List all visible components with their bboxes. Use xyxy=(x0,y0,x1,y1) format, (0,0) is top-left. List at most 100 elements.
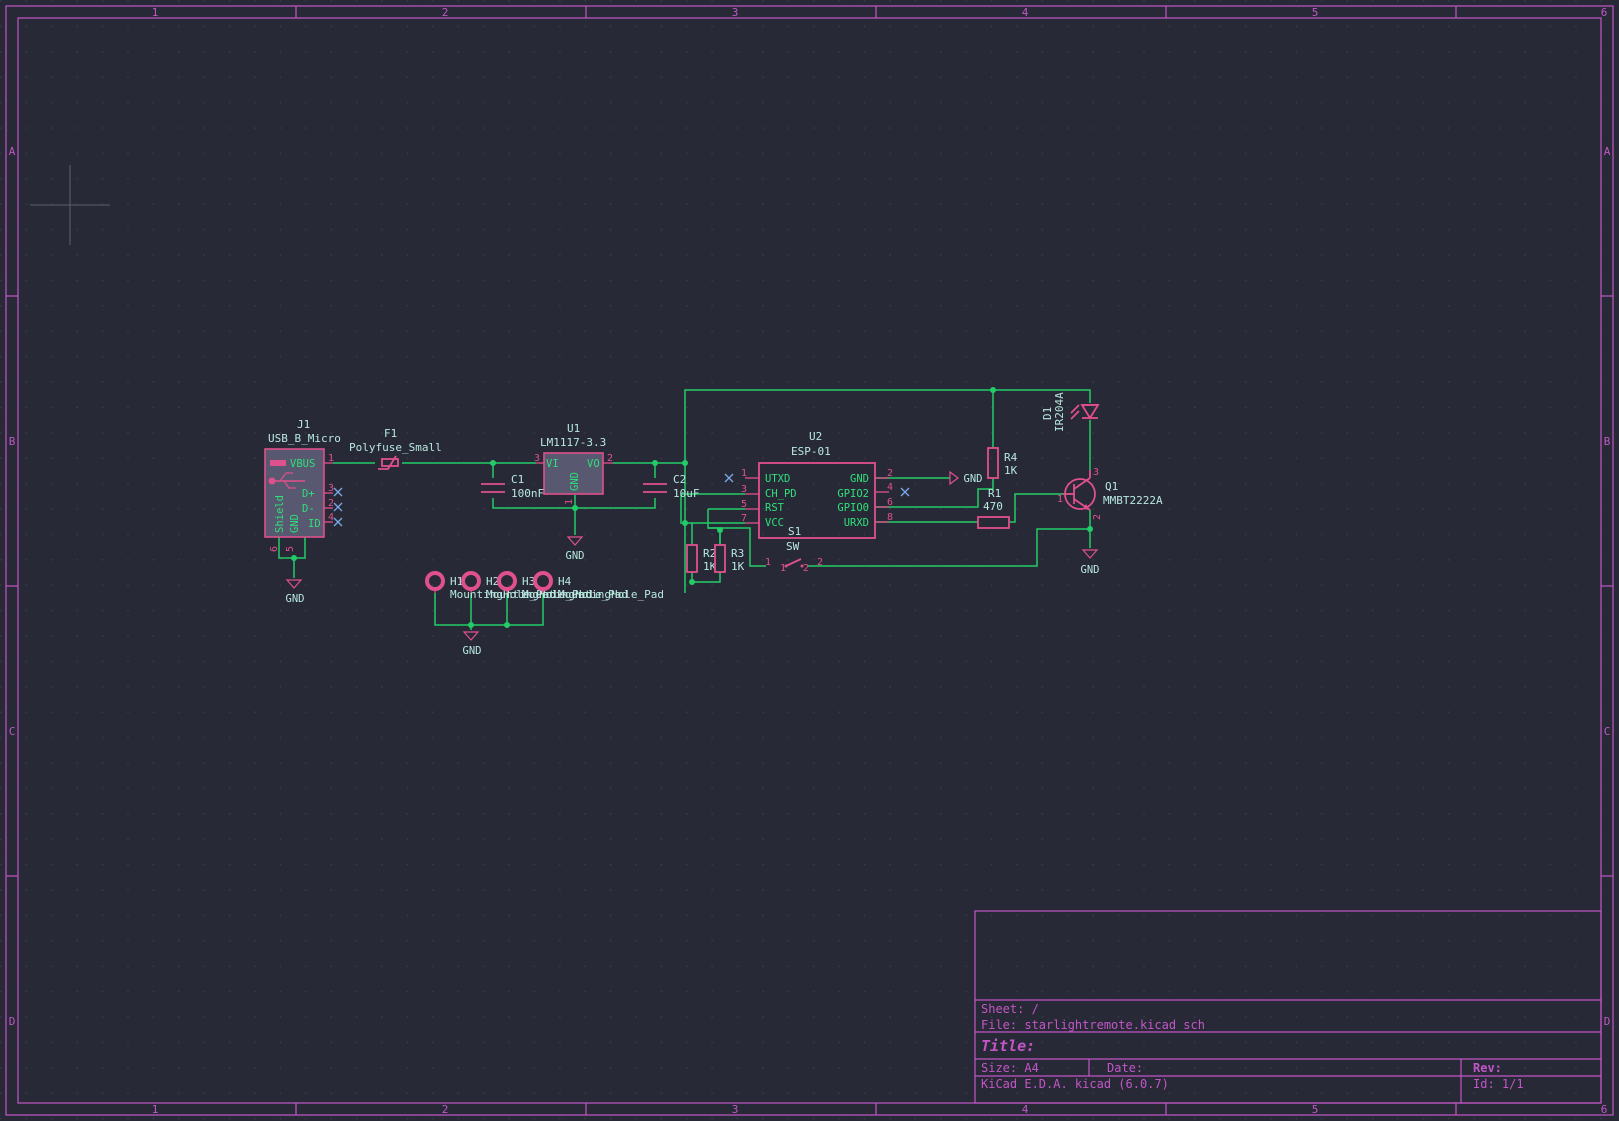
u2-value: ESP-01 xyxy=(791,445,831,458)
r4-value: 1K xyxy=(1004,464,1018,477)
u1-pin-number: 3 xyxy=(534,453,540,464)
u1-value: LM1117-3.3 xyxy=(540,436,606,449)
j1-pin-number: 6 xyxy=(269,546,280,552)
date-label: Date: xyxy=(1107,1061,1143,1075)
r4-reference: R4 xyxy=(1004,451,1018,464)
j1-vbus-pin-name: VBUS xyxy=(290,458,315,470)
row-label: C xyxy=(1604,725,1611,738)
j1-pin-number: 5 xyxy=(285,546,296,552)
j1-dm-pin-name: D- xyxy=(302,503,315,515)
u1-gnd-pin-name: GND xyxy=(569,472,581,491)
rev-label: Rev: xyxy=(1473,1061,1502,1075)
u2-urxd-pin-name: URXD xyxy=(844,517,869,529)
u2-gpio2-pin-name: GPIO2 xyxy=(837,488,869,500)
row-label: A xyxy=(9,145,16,158)
u2-gnd-pin-name: GND xyxy=(850,473,869,485)
u1-pin-number: 2 xyxy=(607,453,613,464)
column-label: 1 xyxy=(152,1103,159,1116)
j1-value: USB_B_Micro xyxy=(268,432,341,445)
r1-value: 470 xyxy=(983,500,1003,513)
u2-reference: U2 xyxy=(809,430,822,443)
row-label: D xyxy=(1604,1015,1611,1028)
u1-vo-pin-name: VO xyxy=(587,458,600,470)
u2-vcc-pin-name: VCC xyxy=(765,517,784,529)
j1-reference: J1 xyxy=(297,418,310,431)
d1-value: IR204A xyxy=(1053,392,1066,432)
u1-vi-pin-name: VI xyxy=(546,458,559,470)
grid-background xyxy=(0,0,1619,1121)
u1-pin-number: 1 xyxy=(564,499,575,505)
q1-reference: Q1 xyxy=(1105,480,1118,493)
u2-pin-number: 3 xyxy=(741,484,747,495)
c2-reference: C2 xyxy=(673,473,686,486)
c2-value: 10uF xyxy=(673,487,700,500)
tool-label: KiCad E.D.A. kicad (6.0.7) xyxy=(981,1077,1169,1091)
q1-pin-number: 1 xyxy=(1057,494,1063,505)
row-label: B xyxy=(9,435,16,448)
u2-pin-number: 2 xyxy=(887,468,893,479)
u2-pin-number: 4 xyxy=(887,482,893,493)
u2-pin-number: 7 xyxy=(741,513,747,524)
id-label: Id: 1/1 xyxy=(1473,1077,1524,1091)
gnd-label: GND xyxy=(964,473,983,485)
gnd-label: GND xyxy=(1081,564,1100,576)
row-label: B xyxy=(1604,435,1611,448)
column-label: 5 xyxy=(1312,1103,1319,1116)
column-label: 4 xyxy=(1022,6,1029,19)
gnd-label: GND xyxy=(286,593,305,605)
column-label: 3 xyxy=(732,6,739,19)
s1-pin-number: 2 xyxy=(803,563,809,574)
u2-rst-pin-name: RST xyxy=(765,502,785,514)
schematic-canvas[interactable]: 1 2 3 4 5 6 1 2 3 4 5 6 A B C D A B C D … xyxy=(0,0,1619,1121)
row-label: D xyxy=(9,1015,16,1028)
title-label: Title: xyxy=(981,1037,1035,1055)
column-label: 3 xyxy=(732,1103,739,1116)
column-label: 2 xyxy=(442,6,449,19)
j1-gnd-pin-name: GND xyxy=(289,514,301,533)
h4-value: MountingHole_Pad xyxy=(558,588,664,601)
h4-reference: H4 xyxy=(558,575,572,588)
c1-reference: C1 xyxy=(511,473,524,486)
r1-reference: R1 xyxy=(988,487,1001,500)
u2-chpd-pin-name: CH_PD xyxy=(765,488,797,500)
column-label: 5 xyxy=(1312,6,1319,19)
column-label: 4 xyxy=(1022,1103,1029,1116)
j1-pin-number: 2 xyxy=(328,498,334,509)
j1-pin-number: 1 xyxy=(328,453,334,464)
q1-value: MMBT2222A xyxy=(1103,494,1163,507)
r3-value: 1K xyxy=(731,560,745,573)
column-label: 6 xyxy=(1601,6,1608,19)
r3-reference: R3 xyxy=(731,547,744,560)
s1-pin-number: 1 xyxy=(780,563,786,574)
sheet-label: Sheet: / xyxy=(981,1002,1039,1016)
s1-pin-number: 2 xyxy=(817,557,823,568)
j1-pin-number: 4 xyxy=(328,512,334,523)
s1-value: SW xyxy=(786,540,800,553)
row-label: A xyxy=(1604,145,1611,158)
u2-pin-number: 6 xyxy=(887,497,893,508)
u2-gpio0-pin-name: GPIO0 xyxy=(837,502,869,514)
j1-shield-pin-name: Shield xyxy=(274,495,286,533)
j1-pin-number: 3 xyxy=(328,483,334,494)
f1-reference: F1 xyxy=(384,427,397,440)
s1-reference: S1 xyxy=(788,525,801,538)
gnd-label: GND xyxy=(566,550,585,562)
u1-reference: U1 xyxy=(567,422,580,435)
u2-pin-number: 5 xyxy=(741,499,747,510)
q1-pin-number: 2 xyxy=(1092,514,1103,520)
u2-pin-number: 8 xyxy=(887,512,893,523)
column-label: 1 xyxy=(152,6,159,19)
j1-dp-pin-name: D+ xyxy=(302,488,315,500)
file-label: File: starlightremote.kicad_sch xyxy=(981,1018,1205,1032)
row-label: C xyxy=(9,725,16,738)
gnd-label: GND xyxy=(463,645,482,657)
column-label: 2 xyxy=(442,1103,449,1116)
u2-pin-number: 1 xyxy=(741,468,747,479)
s1-pin-number: 1 xyxy=(765,557,771,568)
u2-utxd-pin-name: UTXD xyxy=(765,473,790,485)
column-label: 6 xyxy=(1601,1103,1608,1116)
size-label: Size: A4 xyxy=(981,1061,1039,1075)
f1-value: Polyfuse_Small xyxy=(349,441,442,454)
c1-value: 100nF xyxy=(511,487,544,500)
d1-pin-number: 3 xyxy=(1093,467,1099,478)
